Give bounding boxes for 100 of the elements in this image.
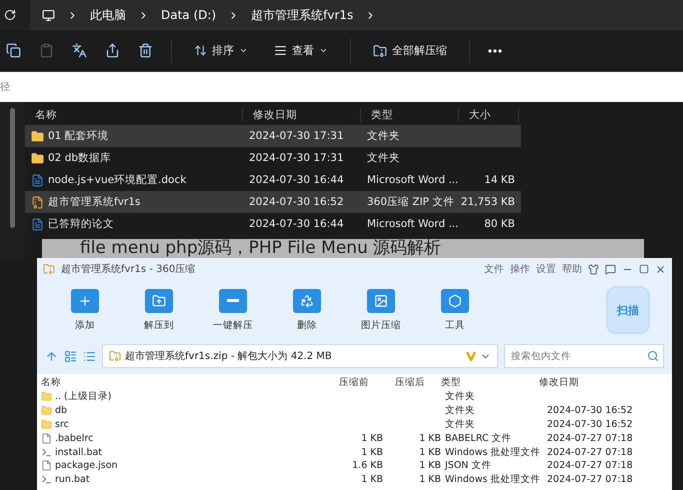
search-icon[interactable] [647,350,659,362]
file-date: 2024-07-30 16:52 [546,418,634,430]
hexagon-icon [448,294,462,308]
file-name: node.js+vue环境配置.dock [48,173,186,187]
close-icon[interactable] [655,264,666,274]
column-header[interactable]: 名称 [25,108,243,122]
file-type: 文件夹 [366,129,401,143]
v-logo-icon [466,351,476,361]
archive-row[interactable]: db 文件夹 2024-07-30 16:52 [37,404,672,418]
file-date: 2024-07-27 07:18 [546,432,634,444]
column-header[interactable]: 大小 [459,108,519,122]
file-date: 2024-07-30 16:44 [248,218,345,230]
archive-icon [31,196,44,208]
column-header[interactable]: 压缩前 [327,376,383,388]
file-date: 2024-07-30 17:31 [248,130,345,142]
menu-item[interactable]: 操作 [510,262,530,276]
copy-button[interactable] [6,43,21,58]
document-icon [31,174,44,186]
refresh-icon[interactable] [4,9,16,21]
search-field[interactable]: 搜索包内文件 [504,344,664,368]
toolbar-button[interactable]: 解压到 [133,288,185,332]
file-date: 2024-07-27 07:18 [546,460,634,472]
message-icon[interactable] [605,264,616,274]
sort-button[interactable]: 排序 [190,43,252,58]
file-row[interactable]: 超市管理系统fvr1s 2024-07-30 16:52 360压缩 ZIP 文件 21,753 KB [25,191,521,213]
share-button[interactable] [105,43,120,58]
extract-all-button[interactable]: 全部解压缩 [369,43,451,58]
archive-row[interactable]: package.json 1.6 KB 1 KB JSON 文件 2024-07-27 07:18 [37,458,672,473]
more-icon [488,48,502,52]
menu-item[interactable]: 帮助 [562,262,582,276]
column-header[interactable]: 修改日期 [539,376,649,388]
column-header[interactable]: 修改日期 [243,108,361,122]
file-row[interactable]: 02 db数据库 2024-07-30 17:31 文件夹 [25,147,521,169]
file-name: package.json [55,460,118,472]
file-name: 已答辩的论文 [48,217,114,231]
file-type: 文件夹 [444,404,476,418]
column-header[interactable]: 压缩后 [383,376,441,388]
lines-icon [274,44,287,57]
path-field[interactable]: 径 [0,72,683,102]
file-icon [41,460,52,472]
folder-icon [41,418,52,430]
file-name: run.bat [55,474,90,486]
file-name: .. (上级目录) [55,390,112,404]
file-name: db [55,405,68,416]
size-before: 1.6 KB [351,460,383,472]
more-button[interactable] [488,48,502,52]
file-name: 02 db数据库 [48,151,112,165]
file-date: 2024-07-30 16:52 [546,405,634,416]
maximize-icon[interactable] [639,264,649,274]
folder-icon [31,152,44,164]
list-view-icon[interactable] [83,350,96,362]
breadcrumb-item[interactable]: 超市管理系统fvr1s [251,6,354,24]
file-type: Windows 批处理文件 [444,473,539,486]
minus-icon [227,299,239,302]
breadcrumb-item[interactable]: 此电脑 [90,6,126,24]
script-icon [41,474,52,486]
toolbar-button[interactable]: 图片压缩 [355,288,407,332]
column-header[interactable]: 类型 [361,108,459,122]
file-type: Microsoft Word ... [366,174,459,186]
archive-row[interactable]: run.bat 1 KB 1 KB Windows 批处理文件 2024-07-27 07:18 [37,472,672,487]
add-icon [78,294,92,308]
document-icon [31,218,44,230]
caret-icon [239,46,248,55]
archive-row[interactable]: install.bat 1 KB 1 KB Windows 批处理文件 2024-07-27 07:18 [37,445,672,459]
archive-folder-icon [373,44,387,58]
file-name: .babelrc [55,432,94,444]
archive-row[interactable]: .babelrc 1 KB 1 KB BABELRC 文件 2024-07-27 07:18 [37,431,672,446]
file-date: 2024-07-30 16:52 [248,196,345,208]
translate-button[interactable] [72,43,87,58]
size-after: 1 KB [418,474,441,486]
file-name: install.bat [55,446,102,458]
file-row[interactable]: 01 配套环境 2024-07-30 17:31 文件夹 [25,125,521,147]
file-type: 文件夹 [366,151,401,165]
column-header[interactable]: 类型 [441,376,539,388]
archive-row[interactable]: .. (上级目录) 文件夹 [37,390,672,404]
file-type: Microsoft Word ... [366,218,459,230]
view-button[interactable]: 查看 [270,43,332,58]
script-icon [41,446,52,458]
file-row[interactable]: 已答辩的论文 2024-07-30 16:44 Microsoft Word ... 80 KB [25,213,521,235]
archive-icon [43,263,55,275]
file-type: 360压缩 ZIP 文件 [366,195,456,209]
file-row[interactable]: node.js+vue环境配置.dock 2024-07-30 16:44 Microsoft Word ... 14 KB [25,169,521,191]
archive-row[interactable]: src 文件夹 2024-07-30 16:52 [37,418,672,432]
menu-item[interactable]: 设置 [536,262,556,276]
window-title: 超市管理系统fvr1s - 360压缩 [61,262,196,276]
details-view-icon[interactable] [64,350,77,362]
column-header[interactable]: 名称 [37,376,327,388]
file-type: BABELRC 文件 [444,432,513,445]
file-name: 超市管理系统fvr1s [48,195,140,209]
toolbar-button[interactable]: 添加 [59,288,111,332]
menu-item[interactable]: 文件 [484,262,504,276]
delete-button[interactable] [138,43,153,58]
skin-icon[interactable] [588,264,599,274]
file-size: 80 KB [483,218,516,230]
toolbar-button[interactable]: 删除 [281,288,333,332]
breadcrumb-item[interactable]: Data (D:) [161,8,216,22]
toolbar-button[interactable]: 工具 [429,288,481,332]
up-icon[interactable] [45,350,58,362]
size-before: 1 KB [360,474,383,486]
toolbar-button[interactable]: 一键解压 [207,288,259,332]
